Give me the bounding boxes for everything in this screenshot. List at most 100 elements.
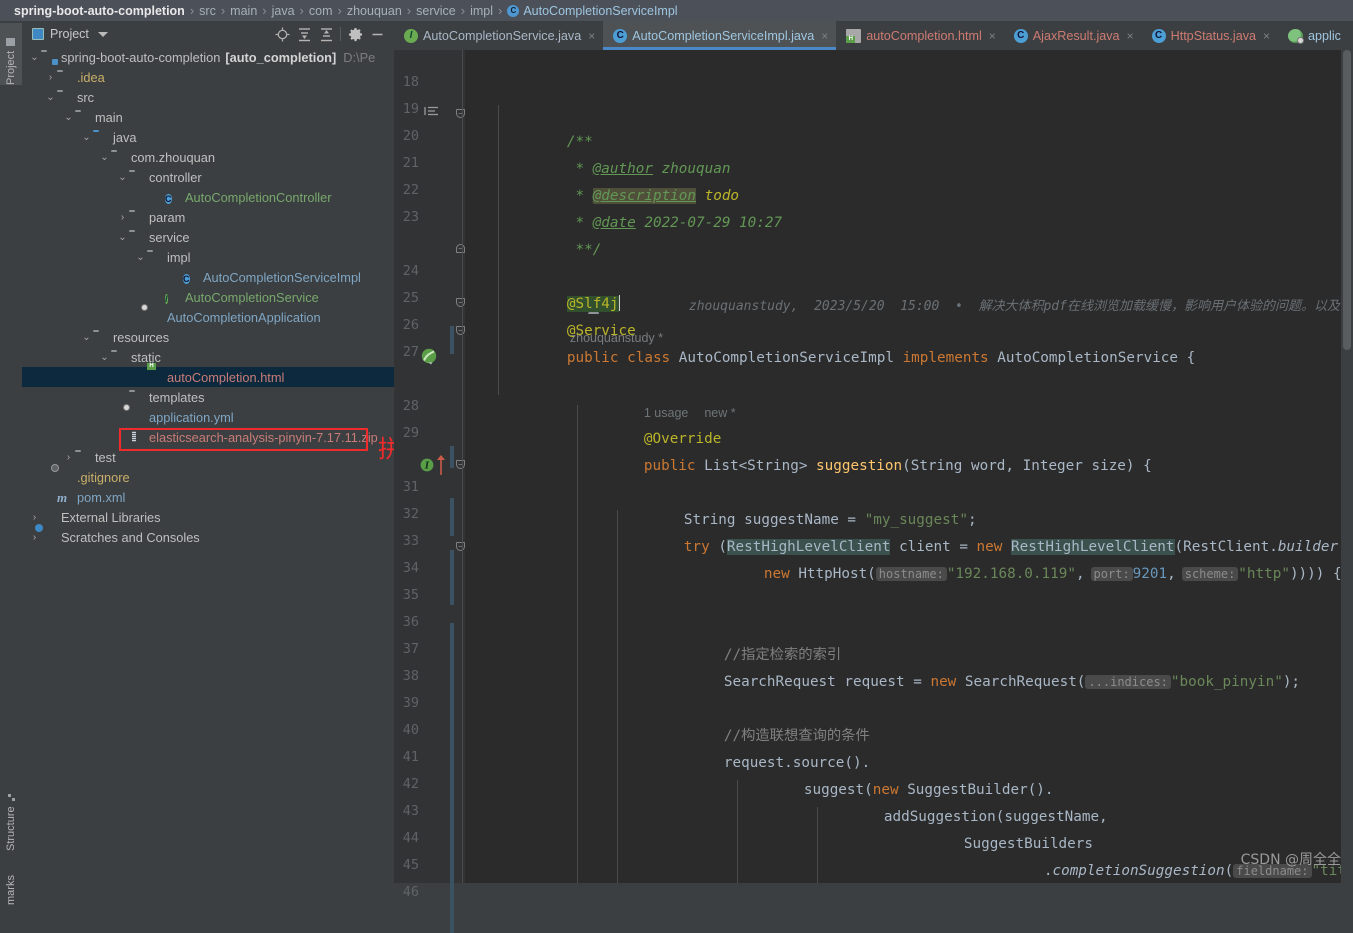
tree-row-file-gitignore[interactable]: › .gitignore <box>22 467 394 487</box>
gear-icon[interactable] <box>344 23 366 45</box>
vcs-change-marker[interactable] <box>450 326 454 354</box>
tree-row-file-pinyin-plugin-zip[interactable]: › elasticsearch-analysis-pinyin-7.17.11.… <box>22 427 394 447</box>
vcs-change-marker[interactable] <box>450 623 454 933</box>
tree-row-idea[interactable]: › .idea <box>22 67 394 87</box>
tree-row-src[interactable]: ⌄ src <box>22 87 394 107</box>
toolwindow-button-structure[interactable]: Structure <box>0 781 22 851</box>
editor-gutter[interactable]: 18 19 20 21 22 23 24 25 26 27 28 29 31 3… <box>394 50 465 883</box>
method-separator-icon[interactable] <box>424 104 440 121</box>
tab-httpstatus-java[interactable]: C HttpStatus.java × <box>1142 21 1278 50</box>
implementing-method-icon[interactable]: I <box>420 458 434 475</box>
vcs-change-marker[interactable] <box>450 550 454 605</box>
close-icon[interactable]: × <box>1127 29 1134 43</box>
fold-marker[interactable]: − <box>456 298 465 307</box>
tree-label: param <box>149 210 185 225</box>
chevron-expanded-icon[interactable]: ⌄ <box>62 112 75 123</box>
tree-label: main <box>95 110 123 125</box>
vcs-change-marker[interactable] <box>450 446 454 468</box>
vcs-change-marker[interactable] <box>450 498 454 536</box>
close-icon[interactable]: × <box>1263 29 1270 43</box>
project-tree[interactable]: ⌄ spring-boot-auto-completion [auto_comp… <box>22 47 394 883</box>
fold-marker[interactable]: − <box>456 109 465 118</box>
tree-row-project-root[interactable]: ⌄ spring-boot-auto-completion [auto_comp… <box>22 47 394 67</box>
tree-row-interface-autocompletionservice[interactable]: › I AutoCompletionService <box>22 287 394 307</box>
breadcrumb-item-6[interactable]: service <box>416 4 456 18</box>
tree-row-main[interactable]: ⌄ main <box>22 107 394 127</box>
tree-row-external-libraries[interactable]: › External Libraries <box>22 507 394 527</box>
tree-row-static[interactable]: ⌄ static <box>22 347 394 367</box>
close-icon[interactable]: × <box>588 29 595 43</box>
tree-label: test <box>95 450 116 465</box>
tree-row-package-impl[interactable]: ⌄ impl <box>22 247 394 267</box>
tree-row-file-application-yml[interactable]: › application.yml <box>22 407 394 427</box>
editor-scrollbar-thumb[interactable] <box>1343 50 1351 350</box>
breadcrumb-item-1[interactable]: src <box>199 4 216 18</box>
chevron-expanded-icon[interactable]: ⌄ <box>134 252 147 263</box>
line-number: 32 <box>393 506 419 522</box>
chevron-collapsed-icon[interactable]: › <box>116 212 129 223</box>
chevron-expanded-icon[interactable]: ⌄ <box>80 132 93 143</box>
toolwindow-button-project[interactable]: Project <box>0 23 22 85</box>
tab-ajaxresult-java[interactable]: C AjaxResult.java × <box>1004 21 1142 50</box>
tree-row-package-service[interactable]: ⌄ service <box>22 227 394 247</box>
breadcrumb-item-0[interactable]: spring-boot-auto-completion <box>14 4 185 18</box>
breadcrumb-item-7[interactable]: impl <box>470 4 493 18</box>
chevron-expanded-icon[interactable]: ⌄ <box>116 232 129 243</box>
line-number: 39 <box>393 695 419 711</box>
chevron-expanded-icon[interactable]: ⌄ <box>98 152 111 163</box>
code-view[interactable]: /** * @author zhouquan * @description to… <box>465 50 1353 883</box>
breadcrumb-current-file[interactable]: AutoCompletionServiceImpl <box>523 4 677 18</box>
tree-row-file-pom-xml[interactable]: › m pom.xml <box>22 487 394 507</box>
breadcrumb-item-4[interactable]: com <box>309 4 333 18</box>
tree-row-class-autocompletioncontroller[interactable]: › C AutoCompletionController <box>22 187 394 207</box>
tree-row-package-param[interactable]: › param <box>22 207 394 227</box>
chevron-expanded-icon[interactable]: ⌄ <box>28 52 41 63</box>
expand-all-icon[interactable] <box>293 23 315 45</box>
spring-bean-icon[interactable] <box>420 348 438 369</box>
tree-row-resources[interactable]: ⌄ resources <box>22 327 394 347</box>
line-number: 26 <box>393 317 419 333</box>
minimize-icon[interactable] <box>366 23 388 45</box>
tree-row-file-autocompletion-html[interactable]: › autoCompletion.html <box>22 367 394 387</box>
chevron-collapsed-icon[interactable]: › <box>62 452 75 463</box>
collapse-all-icon[interactable] <box>315 23 337 45</box>
chevron-collapsed-icon[interactable]: › <box>28 512 41 523</box>
tab-autocompletionserviceimpl-java[interactable]: C AutoCompletionServiceImpl.java × <box>603 21 836 50</box>
breadcrumb-item-3[interactable]: java <box>272 4 295 18</box>
override-arrow-icon <box>436 454 446 479</box>
chevron-collapsed-icon[interactable]: › <box>44 72 57 83</box>
chevron-expanded-icon[interactable]: ⌄ <box>98 352 111 363</box>
chevron-expanded-icon[interactable]: ⌄ <box>80 332 93 343</box>
tree-row-java[interactable]: ⌄ java <box>22 127 394 147</box>
project-tool-label: Project <box>5 51 17 85</box>
html-file-icon <box>147 370 163 384</box>
tab-autocompletionservice-java[interactable]: I AutoCompletionService.java × <box>394 21 603 50</box>
tab-application-yml[interactable]: applic <box>1278 21 1349 50</box>
fold-marker[interactable]: − <box>456 460 465 469</box>
fold-marker[interactable]: − <box>456 542 465 551</box>
chevron-expanded-icon[interactable]: ⌄ <box>44 92 57 103</box>
tree-row-class-autocompletionapplication[interactable]: › AutoCompletionApplication <box>22 307 394 327</box>
close-icon[interactable]: × <box>821 29 828 43</box>
string-scheme: "http" <box>1238 566 1290 582</box>
class-icon: C <box>1014 28 1028 43</box>
fold-marker[interactable]: − <box>456 244 465 253</box>
breadcrumb-item-2[interactable]: main <box>230 4 257 18</box>
breadcrumb-item-5[interactable]: zhouquan <box>347 4 402 18</box>
tab-autocompletion-html[interactable]: autoCompletion.html × <box>836 21 1004 50</box>
tree-row-class-autocompletionserviceimpl[interactable]: › C AutoCompletionServiceImpl <box>22 267 394 287</box>
comma: , <box>1076 566 1085 582</box>
chevron-down-icon[interactable] <box>98 32 108 37</box>
tree-row-package-com-zhouquan[interactable]: ⌄ com.zhouquan <box>22 147 394 167</box>
tree-row-templates[interactable]: › templates <box>22 387 394 407</box>
chevron-expanded-icon[interactable]: ⌄ <box>116 172 129 183</box>
error-stripe[interactable] <box>1341 50 1353 883</box>
chevron-collapsed-icon[interactable]: › <box>28 532 41 543</box>
close-icon[interactable]: × <box>989 29 996 43</box>
fold-marker[interactable]: − <box>456 326 465 335</box>
toolwindow-button-bookmarks[interactable]: marks <box>0 859 22 905</box>
locate-icon[interactable] <box>271 23 293 45</box>
tree-row-scratches-and-consoles[interactable]: › Scratches and Consoles <box>22 527 394 547</box>
tree-row-package-controller[interactable]: ⌄ controller <box>22 167 394 187</box>
tree-row-test[interactable]: › test <box>22 447 394 467</box>
